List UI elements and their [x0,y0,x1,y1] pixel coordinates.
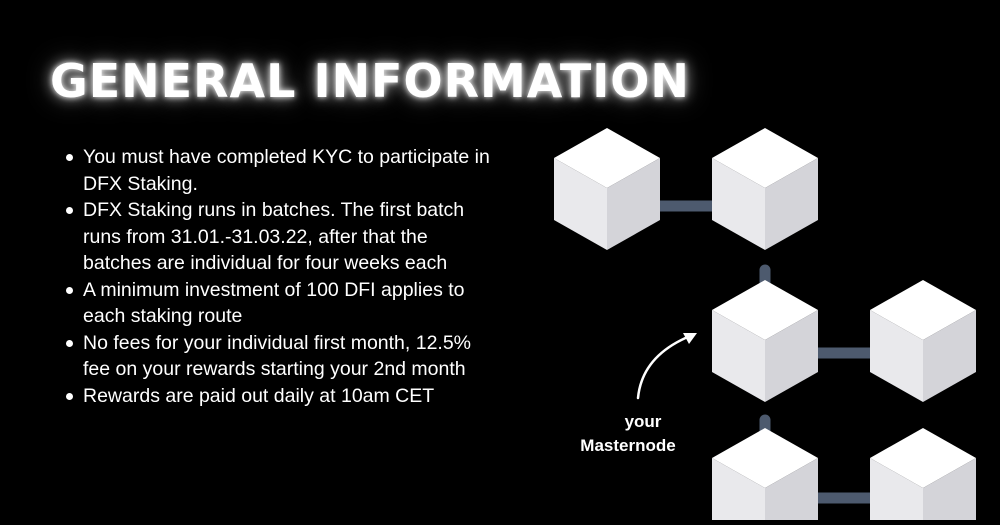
list-item-text: No fees for your individual first month,… [83,331,472,381]
list-item: No fees for your individual first month,… [66,330,496,383]
list-item: You must have completed KYC to participa… [66,144,496,197]
block-cube [712,428,818,525]
bullet-icon [66,286,73,294]
bullet-icon [66,207,73,214]
list-item-text: A minimum investment of 100 DFI applies … [83,278,465,328]
block-cube [554,128,660,250]
masternode-label-line2: Masternode [580,436,676,455]
list-item-text: You must have completed KYC to participa… [83,146,490,195]
bullet-icon [66,154,73,161]
blockchain-diagram: your Masternode [540,120,1000,525]
list-item-text: DFX Staking runs in batches. The first b… [83,199,465,274]
info-list: You must have completed KYC to participa… [66,144,496,409]
block-cube [712,280,818,402]
block-cube [712,128,818,250]
list-item: A minimum investment of 100 DFI applies … [66,277,496,330]
list-item-text: Rewards are paid out daily at 10am CET [83,384,435,407]
block-cube [870,428,976,525]
blockchain-graphic [554,128,976,525]
masternode-label-line1: your [624,412,662,431]
bullet-icon [66,339,73,347]
page-title: GENERAL INFORMATION [50,54,690,108]
list-item: Rewards are paid out daily at 10am CET [66,383,496,410]
list-item: DFX Staking runs in batches. The first b… [66,197,496,277]
bullet-icon [66,392,73,400]
arrow-icon [636,334,692,400]
block-cube [870,280,976,402]
